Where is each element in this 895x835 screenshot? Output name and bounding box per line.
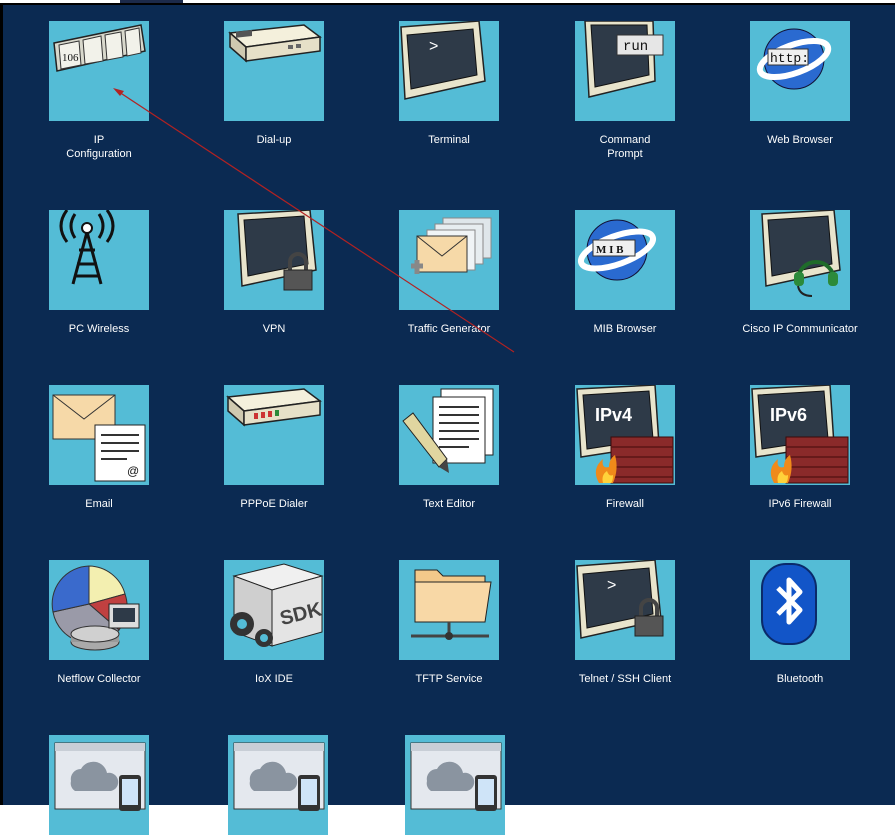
vpn-lock-monitor-icon — [237, 210, 317, 291]
pppoe-modem-icon — [226, 388, 322, 427]
ipv6-firewall-icon: IPv6 — [751, 385, 849, 484]
app-label: PPPoE Dialer — [240, 498, 308, 510]
command-prompt-icon: run — [584, 21, 664, 98]
app-pc-wireless[interactable] — [49, 210, 149, 310]
app-label: Traffic Generator — [407, 323, 491, 335]
email-icon: @ — [52, 394, 146, 482]
cloud-app-icon — [233, 742, 325, 811]
dialup-modem-icon — [228, 24, 322, 63]
app-web-browser[interactable]: http: — [750, 21, 850, 121]
ipv4-firewall-icon: IPv4 — [576, 385, 674, 484]
app-terminal[interactable]: > — [399, 21, 499, 121]
text-editor-icon — [402, 388, 494, 473]
traffic-generator-icon — [411, 217, 492, 274]
cloud-app-icon — [410, 742, 502, 811]
app-pppoe-dialer[interactable] — [224, 385, 324, 485]
app-dial-up[interactable] — [224, 21, 324, 121]
svg-text:106: 106 — [62, 52, 79, 64]
bluetooth-icon — [761, 563, 817, 645]
app-bluetooth[interactable] — [750, 560, 850, 660]
app-label: Cisco IP Communicator — [742, 323, 858, 335]
netflow-collector-icon — [51, 565, 140, 651]
app-label: IPv6 Firewall — [768, 498, 832, 510]
app-text-editor[interactable] — [399, 385, 499, 485]
svg-text:>: > — [607, 577, 616, 594]
telnet-ssh-lock-icon: > — [576, 560, 664, 639]
tftp-folder-icon — [411, 569, 492, 640]
app-cisco-ip-communicator[interactable] — [750, 210, 850, 310]
app-telnet-ssh-client[interactable]: > — [575, 560, 675, 660]
app-label: Command Prompt — [599, 134, 651, 160]
app-firewall[interactable]: IPv4 — [575, 385, 675, 485]
svg-text:IPv4: IPv4 — [595, 405, 632, 425]
svg-text:>: > — [429, 38, 438, 55]
svg-text:IPv6: IPv6 — [770, 405, 807, 425]
ip-communicator-headset-icon — [761, 210, 841, 297]
app-traffic-generator[interactable] — [399, 210, 499, 310]
app-cloud-2[interactable] — [228, 735, 328, 835]
app-label: Firewall — [606, 498, 644, 510]
app-netflow-collector[interactable] — [49, 560, 149, 660]
wireless-tower-icon — [59, 210, 115, 285]
app-label: VPN — [262, 323, 286, 335]
app-label: Terminal — [428, 134, 470, 146]
svg-text:run: run — [623, 39, 648, 55]
app-ipv6-firewall[interactable]: IPv6 — [750, 385, 850, 485]
app-ip-configuration[interactable]: 106 — [49, 21, 149, 121]
iox-sdk-icon: SDK — [230, 563, 324, 647]
app-label: IP Configuration — [66, 134, 132, 160]
svg-text:M I B: M I B — [596, 244, 624, 256]
web-browser-icon: http: — [756, 28, 832, 90]
app-label: Dial-up — [256, 134, 292, 146]
ip-configuration-icon: 106 — [53, 24, 146, 72]
app-vpn[interactable] — [224, 210, 324, 310]
cloud-app-icon — [54, 742, 146, 811]
app-label: PC Wireless — [68, 323, 130, 335]
app-label: MIB Browser — [593, 323, 657, 335]
app-label: TFTP Service — [415, 673, 483, 685]
app-label: Email — [85, 498, 113, 510]
app-mib-browser[interactable]: M I B — [575, 210, 675, 310]
svg-text:@: @ — [127, 464, 139, 478]
mib-browser-icon: M I B — [577, 219, 657, 281]
terminal-icon: > — [400, 21, 486, 100]
app-iox-ide[interactable]: SDK — [224, 560, 324, 660]
app-command-prompt[interactable]: run — [575, 21, 675, 121]
app-label: Bluetooth — [776, 673, 824, 685]
app-cloud-1[interactable] — [49, 735, 149, 835]
app-label: Netflow Collector — [57, 673, 141, 685]
app-label: Text Editor — [423, 498, 475, 510]
app-label: Telnet / SSH Client — [578, 673, 672, 685]
app-label: IoX IDE — [255, 673, 293, 685]
app-email[interactable]: @ — [49, 385, 149, 485]
svg-text:http:: http: — [770, 51, 809, 66]
app-tftp-service[interactable] — [399, 560, 499, 660]
app-label: Web Browser — [767, 134, 833, 146]
app-cloud-3[interactable] — [405, 735, 505, 835]
